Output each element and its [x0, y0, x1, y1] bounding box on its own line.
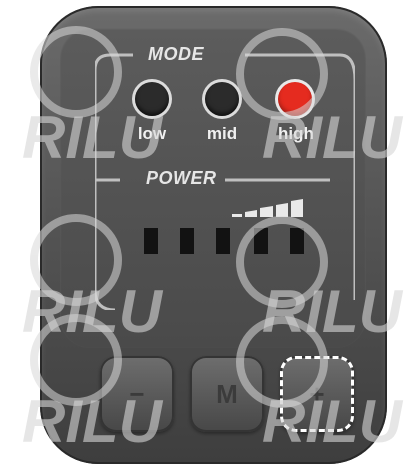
- power-bar-4: [254, 228, 268, 254]
- low-led: [135, 82, 169, 116]
- power-title: POWER: [146, 168, 217, 188]
- mode-button[interactable]: M: [190, 356, 264, 432]
- mode-title: MODE: [148, 44, 204, 64]
- mid-label: mid: [206, 124, 238, 143]
- high-led: [278, 82, 312, 116]
- low-label: low: [137, 124, 167, 143]
- mid-led: [205, 82, 239, 116]
- panel-frame: [95, 53, 355, 310]
- power-bar-5: [290, 228, 304, 254]
- power-bar-2: [180, 228, 194, 254]
- high-label: high: [278, 124, 314, 143]
- plus-button[interactable]: +: [280, 356, 354, 432]
- minus-button[interactable]: −: [100, 356, 174, 432]
- power-level-ramp: [232, 199, 303, 217]
- power-bar-3: [216, 228, 230, 254]
- power-bar-1: [144, 228, 158, 254]
